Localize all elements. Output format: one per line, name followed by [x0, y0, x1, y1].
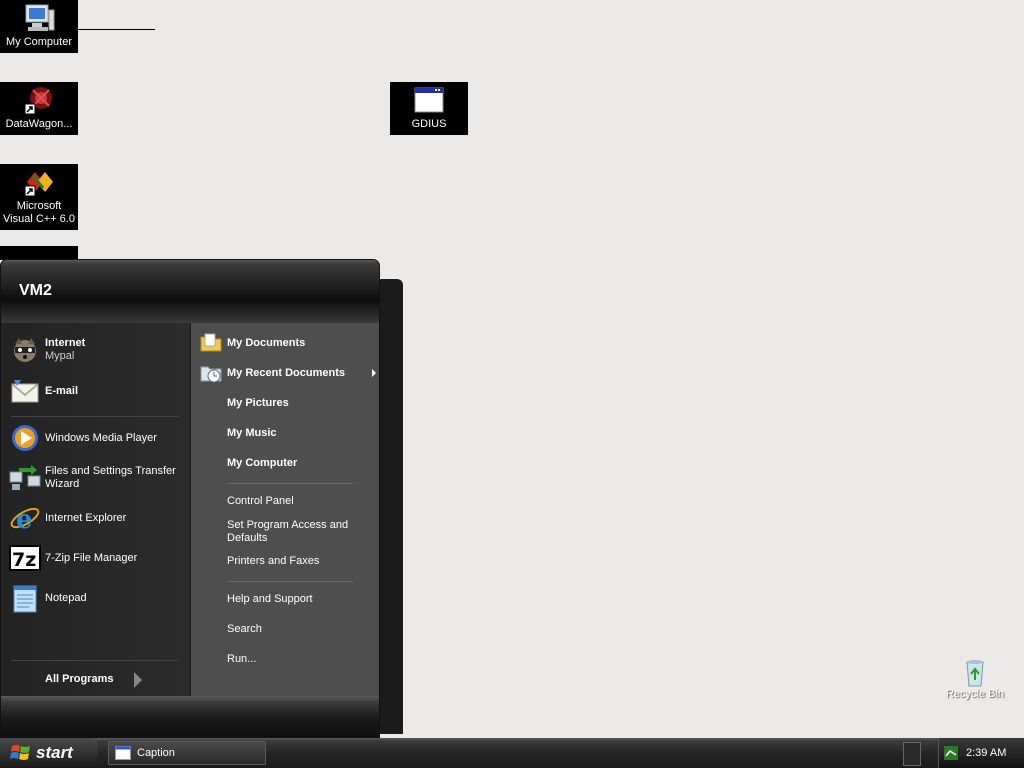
- start-menu-shadow: [378, 279, 403, 734]
- programs-separator: [11, 416, 179, 417]
- recent-windows-media-player[interactable]: Windows Media Player: [9, 422, 185, 454]
- place-label: Printers and Faxes: [227, 554, 320, 567]
- start-menu-header: VM2: [1, 260, 379, 323]
- start-button[interactable]: start: [0, 738, 98, 768]
- recent-label: 7-Zip File Manager: [45, 551, 138, 564]
- place-label: Search: [227, 622, 262, 635]
- svg-text:7z: 7z: [12, 549, 36, 571]
- taskbar: start Caption 2:39 AM: [0, 738, 1024, 768]
- pinned-internet-title: Internet: [45, 337, 86, 349]
- media-player-icon: [12, 425, 38, 451]
- desktop-icon-my-computer[interactable]: My Computer: [0, 0, 78, 53]
- place-label: My Documents: [227, 336, 306, 349]
- start-label: start: [36, 743, 73, 762]
- place-my-recent-documents[interactable]: My Recent Documents: [199, 361, 376, 385]
- email-envelope-icon: [11, 380, 39, 403]
- system-separator: [227, 581, 353, 582]
- recent-notepad[interactable]: Notepad: [9, 582, 185, 614]
- place-my-music[interactable]: My Music: [199, 421, 374, 445]
- svg-text:e: e: [16, 505, 33, 534]
- internet-explorer-icon: e: [10, 505, 40, 534]
- start-menu: VM2 Internet Mypal E-mail Windows Media …: [1, 260, 379, 738]
- place-control-panel[interactable]: Control Panel: [199, 489, 374, 513]
- place-label: My Pictures: [227, 396, 289, 409]
- recycle-bin-label: Recycle Bin: [945, 688, 1005, 700]
- desktop-icon-partial[interactable]: [0, 246, 78, 260]
- window-icon: [115, 746, 131, 760]
- recent-internet-explorer[interactable]: e Internet Explorer: [9, 502, 185, 534]
- recent-label: Notepad: [45, 591, 87, 604]
- place-program-access[interactable]: Set Program Access and Defaults: [199, 519, 374, 545]
- desktop-icon-datawagon[interactable]: DataWagon...: [0, 82, 78, 135]
- place-my-computer[interactable]: My Computer: [199, 451, 374, 475]
- notepad-icon: [13, 585, 37, 613]
- desktop-icon-visual-cpp[interactable]: Microsoft Visual C++ 6.0: [0, 164, 78, 230]
- place-search[interactable]: Search: [199, 617, 374, 641]
- folder-documents-icon: [200, 333, 222, 352]
- all-programs-separator: [11, 660, 179, 661]
- place-help-support[interactable]: Help and Support: [199, 587, 374, 611]
- recent-label: Windows Media Player: [45, 431, 157, 444]
- place-label: Run...: [227, 652, 257, 665]
- place-label: My Recent Documents: [227, 366, 345, 379]
- place-label: My Computer: [227, 456, 298, 469]
- user-name: VM2: [19, 282, 52, 299]
- arrow-right-icon: [134, 672, 142, 688]
- visual-cpp-icon: [24, 172, 53, 197]
- pinned-internet[interactable]: Internet Mypal: [9, 334, 185, 366]
- recent-documents-icon: [200, 366, 222, 383]
- place-my-pictures[interactable]: My Pictures: [199, 391, 374, 415]
- transfer-wizard-icon: [9, 465, 41, 490]
- all-programs-button[interactable]: All Programs: [45, 673, 113, 685]
- recent-label: Internet Explorer: [45, 511, 127, 524]
- pinned-email[interactable]: E-mail: [9, 375, 185, 407]
- start-menu-programs-pane: Internet Mypal E-mail Windows Media Playe…: [1, 323, 189, 696]
- datawagon-icon: [24, 87, 52, 115]
- application-window-icon: [414, 87, 444, 113]
- 7zip-icon: 7z: [9, 545, 41, 571]
- pinned-email-title: E-mail: [45, 384, 79, 397]
- recycle-bin-icon: [966, 660, 984, 687]
- submenu-arrow-icon: [372, 369, 376, 377]
- start-menu-places-pane: My Documents My Recent Documents My Pict…: [190, 323, 379, 696]
- recent-7zip[interactable]: 7z 7-Zip File Manager: [9, 542, 185, 574]
- desktop-icon-recycle-bin[interactable]: Recycle Bin: [944, 656, 1006, 700]
- my-computer-icon: [25, 4, 55, 31]
- place-label: Help and Support: [227, 592, 313, 605]
- taskbar-window-caption[interactable]: Caption: [108, 741, 266, 765]
- keyboard-icon[interactable]: [903, 742, 921, 766]
- place-label: Set Program Access and Defaults: [227, 519, 349, 544]
- start-menu-footer: [1, 696, 379, 738]
- recent-label: Files and Settings Transfer Wizard: [45, 465, 176, 490]
- place-label: Control Panel: [227, 494, 294, 507]
- place-printers-faxes[interactable]: Printers and Faxes: [199, 549, 374, 573]
- place-run[interactable]: Run...: [199, 647, 374, 671]
- places-separator: [227, 483, 353, 484]
- clock: 2:39 AM: [966, 747, 1007, 759]
- place-label: My Music: [227, 426, 277, 439]
- recent-transfer-wizard[interactable]: Files and Settings Transfer Wizard: [9, 462, 185, 494]
- windows-logo-icon: [10, 745, 30, 760]
- taskbar-window-label: Caption: [137, 747, 175, 759]
- place-my-documents[interactable]: My Documents: [199, 331, 374, 355]
- desktop-icon-gdius[interactable]: GDIUS: [390, 82, 468, 135]
- mypal-raccoon-icon: [14, 338, 36, 362]
- selection-line: [78, 29, 155, 30]
- pinned-internet-subtitle: Mypal: [45, 350, 75, 362]
- tray-network-icon[interactable]: [943, 745, 959, 761]
